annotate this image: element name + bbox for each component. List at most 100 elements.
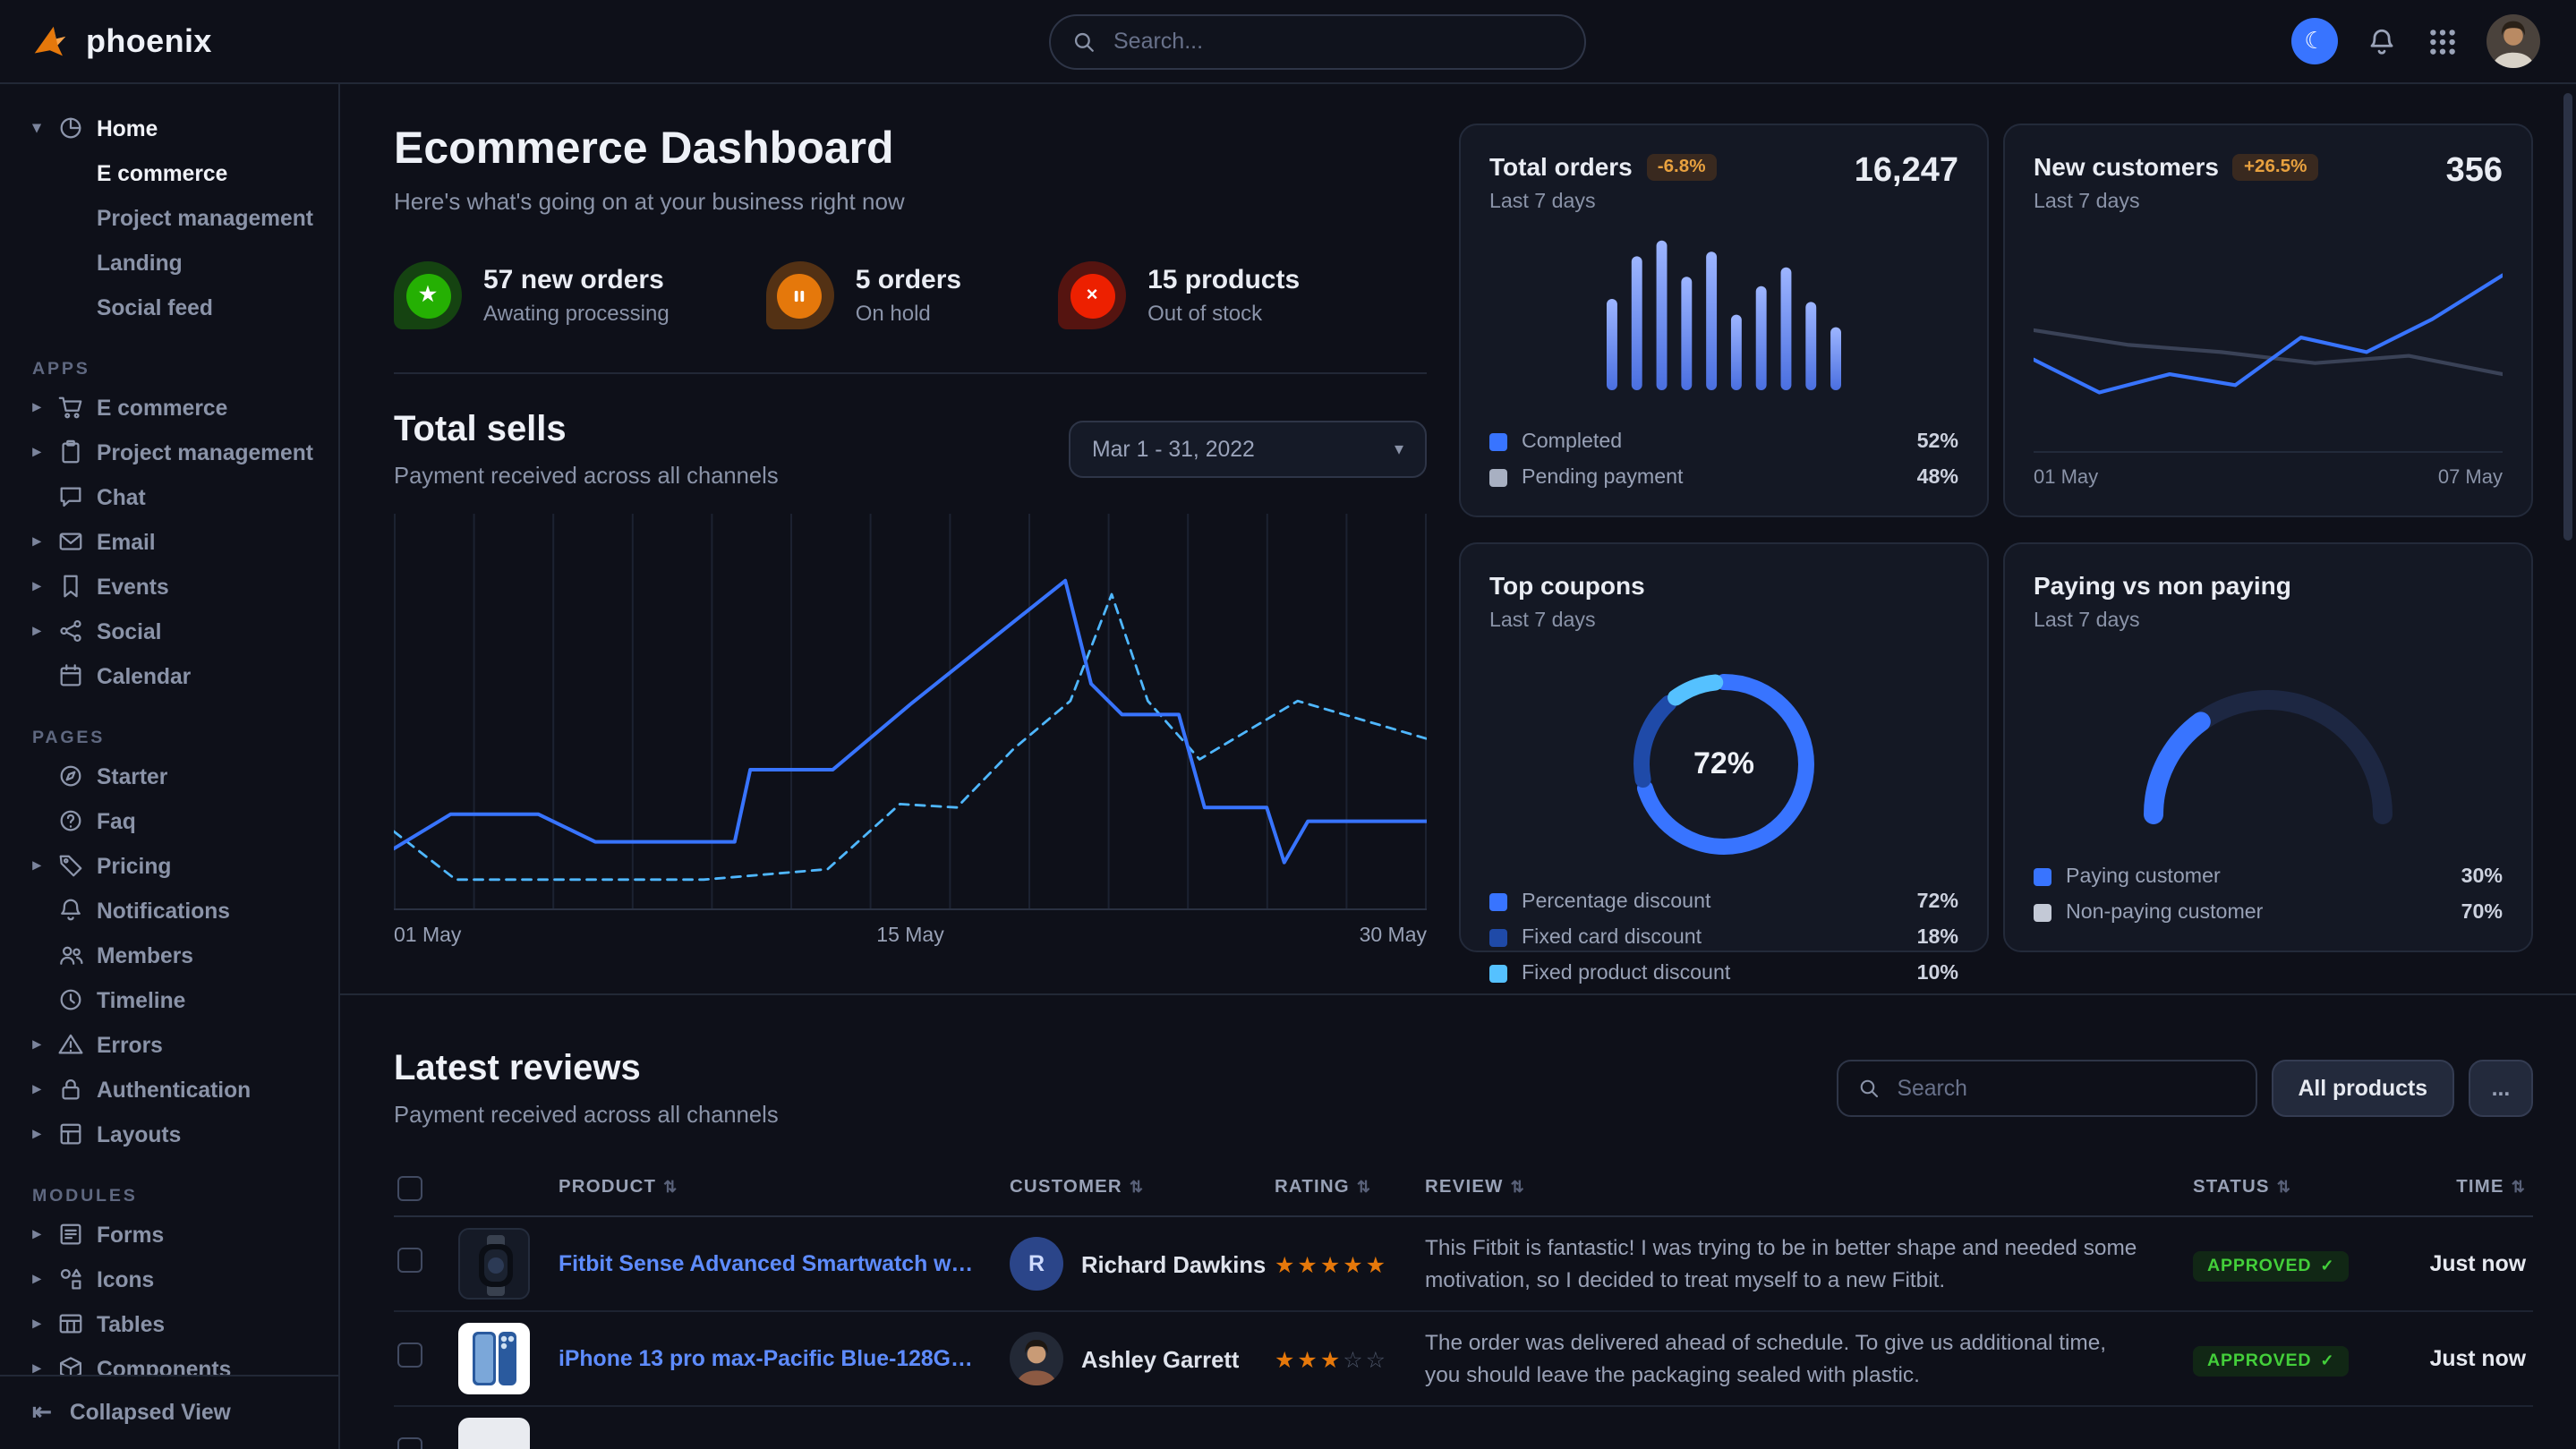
check-icon: ✓ [2320, 1256, 2334, 1275]
caret-icon: ▸ [29, 1314, 45, 1334]
product-link[interactable]: iPhone 13 pro max-Pacific Blue-128GB sto… [559, 1346, 1010, 1371]
sidebar-item[interactable]: Landing [18, 240, 320, 285]
sidebar-item[interactable]: ▸ Events [18, 564, 320, 609]
legend-value: 10% [1917, 961, 1958, 984]
global-search-input[interactable] [1110, 27, 1563, 55]
chat-icon [57, 483, 84, 510]
users-icon [57, 942, 84, 968]
column-header-status[interactable]: STATUS⇅ [2193, 1178, 2393, 1198]
notifications-button[interactable] [2365, 24, 2399, 58]
column-header-product[interactable]: PRODUCT⇅ [559, 1178, 1010, 1198]
x-icon: × [1070, 273, 1114, 318]
tag-icon [57, 852, 84, 879]
reviews-subtitle: Payment received across all channels [394, 1101, 779, 1128]
card-period: Last 7 days [2034, 609, 2291, 632]
column-header-review[interactable]: REVIEW⇅ [1425, 1178, 2193, 1198]
product-image[interactable] [458, 1323, 530, 1394]
column-header-time[interactable]: TIME⇅ [2393, 1178, 2533, 1198]
sort-icon: ⇅ [663, 1178, 678, 1198]
sidebar-item-label: Project management [97, 439, 313, 465]
global-search[interactable] [1049, 13, 1586, 69]
column-header-customer[interactable]: CUSTOMER⇅ [1010, 1178, 1275, 1198]
stat-item: 5 orders On hold [766, 261, 961, 329]
sidebar-item[interactable]: ▸ Project management [18, 430, 320, 474]
sidebar-item[interactable]: ▸ Social [18, 609, 320, 653]
sidebar-item[interactable]: ▸ Pricing [18, 843, 320, 888]
stat-subtitle: Out of stock [1147, 301, 1300, 326]
sidebar-item[interactable]: Faq [18, 798, 320, 843]
sidebar-item[interactable]: MODULES [18, 1180, 320, 1212]
product-image[interactable] [458, 1418, 530, 1449]
brand[interactable]: phoenix [29, 21, 344, 62]
sidebar-item[interactable]: ▸ Forms [18, 1212, 320, 1257]
sidebar-item[interactable]: ▸ Layouts [18, 1112, 320, 1156]
sidebar-item[interactable]: ▸ Icons [18, 1257, 320, 1301]
brand-name[interactable]: phoenix [86, 22, 212, 60]
customer-avatar[interactable] [1010, 1332, 1063, 1385]
legend-swatch [1489, 468, 1507, 486]
caret-icon: ▸ [29, 1079, 45, 1099]
reviews-search[interactable] [1836, 1060, 2256, 1117]
sidebar-item[interactable]: ▸ Email [18, 519, 320, 564]
apps-menu-button[interactable] [2426, 24, 2460, 58]
stat-subtitle: On hold [856, 301, 961, 326]
user-avatar[interactable] [2486, 14, 2540, 68]
stat-item: × 15 products Out of stock [1058, 261, 1300, 329]
stat-subtitle: Awating processing [483, 301, 670, 326]
reviews-table-header: PRODUCT⇅ CUSTOMER⇅ RATING⇅ REVIEW⇅ STATU… [394, 1160, 2533, 1217]
legend: Percentage discount 72% Fixed card disco… [1489, 890, 1958, 984]
legend-row: Paying customer 30% [2034, 865, 2503, 888]
product-link[interactable]: Fitbit Sense Advanced Smartwatch with To… [559, 1251, 1010, 1276]
product-image[interactable] [458, 1228, 530, 1300]
legend-swatch [1489, 432, 1507, 450]
sidebar-item[interactable]: ▸ Tables [18, 1301, 320, 1346]
row-checkbox[interactable] [397, 1342, 422, 1367]
sidebar-item-label: Home [97, 115, 158, 141]
grid-3x3-icon [2427, 26, 2458, 56]
column-header-rating[interactable]: RATING⇅ [1275, 1178, 1425, 1198]
customer-avatar[interactable]: R [1010, 1237, 1063, 1291]
trend-badge: +26.5% [2233, 153, 2317, 180]
collapse-view-toggle[interactable]: ⇤ Collapsed View [0, 1374, 338, 1449]
sidebar: ▾ Home E commerce Project management Lan… [0, 84, 340, 1449]
sidebar-item[interactable]: Timeline [18, 977, 320, 1022]
sidebar-item-label: Pricing [97, 853, 171, 878]
bookmark-icon [57, 573, 84, 600]
theme-toggle-button[interactable]: ☾ [2291, 18, 2338, 64]
legend-label: Paying customer [2066, 865, 2447, 888]
legend-label: Non-paying customer [2066, 900, 2447, 924]
legend: Completed 52% Pending payment 48% [1489, 430, 1958, 489]
date-range-select[interactable]: Mar 1 - 31, 2022 ▾ [1069, 421, 1427, 478]
sidebar-item[interactable]: Members [18, 933, 320, 977]
sidebar-item[interactable]: ▸ Errors [18, 1022, 320, 1067]
sidebar-item-label: Authentication [97, 1077, 251, 1102]
sidebar-item-label: Errors [97, 1032, 163, 1057]
sidebar-item[interactable]: Chat [18, 474, 320, 519]
sidebar-item[interactable]: Calendar [18, 653, 320, 698]
row-checkbox[interactable] [397, 1247, 422, 1272]
select-all-checkbox[interactable] [397, 1175, 422, 1200]
card-title: Total orders [1489, 152, 1633, 181]
reviews-table: PRODUCT⇅ CUSTOMER⇅ RATING⇅ REVIEW⇅ STATU… [394, 1160, 2533, 1449]
more-options-button[interactable]: ... [2469, 1060, 2533, 1117]
sidebar-item[interactable]: Starter [18, 754, 320, 798]
all-products-button[interactable]: All products [2271, 1060, 2454, 1117]
stat-item: ★ 57 new orders Awating processing [394, 261, 670, 329]
row-checkbox[interactable] [397, 1436, 422, 1449]
scrollbar-thumb[interactable] [2563, 93, 2572, 541]
new-customers-x-axis: 01 May 07 May [2034, 451, 2503, 489]
reviews-search-input[interactable] [1893, 1074, 2235, 1103]
sidebar-item[interactable]: PAGES [18, 721, 320, 754]
sidebar-item[interactable]: ▾ Home [18, 106, 320, 150]
sidebar-item[interactable]: ▸ E commerce [18, 385, 320, 430]
sidebar-item[interactable]: APPS [18, 353, 320, 385]
card-period: Last 7 days [1489, 609, 1645, 632]
sidebar-item[interactable]: ▸ Authentication [18, 1067, 320, 1112]
sidebar-item[interactable]: E commerce [18, 150, 320, 195]
table-row: ✓ [394, 1407, 2533, 1449]
sidebar-item[interactable]: Notifications [18, 888, 320, 933]
sidebar-item[interactable]: Project management [18, 195, 320, 240]
legend-row: Fixed product discount 10% [1489, 961, 1958, 984]
legend-swatch [1489, 892, 1507, 910]
sidebar-item[interactable]: Social feed [18, 285, 320, 329]
